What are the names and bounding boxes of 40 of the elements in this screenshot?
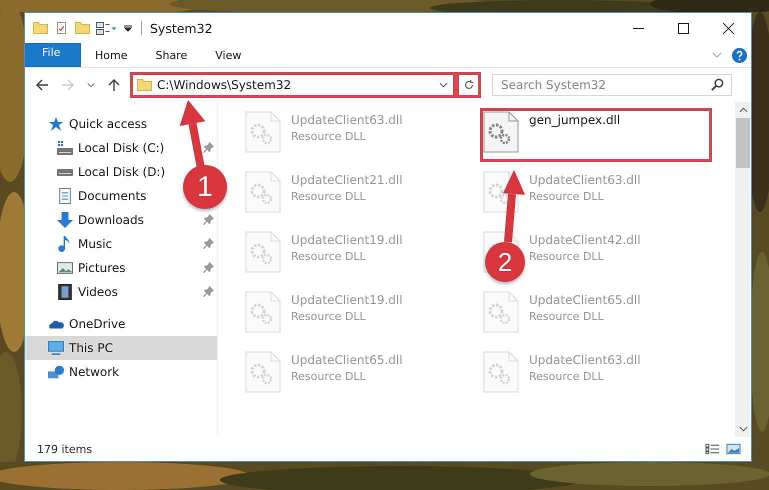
sidebar-item[interactable]: OneDrive [48, 316, 126, 332]
file-tab[interactable]: File [25, 43, 81, 67]
address-bar[interactable]: C:\Windows\System32 [130, 72, 456, 98]
file-item[interactable]: gen_jumpex.dll [480, 108, 712, 162]
ribbon-tab[interactable]: Home [81, 43, 142, 67]
file-type: Resource DLL [291, 190, 367, 203]
file-type: Resource DLL [291, 250, 367, 263]
file-type: Resource DLL [291, 310, 367, 323]
window-title: System32 [150, 20, 213, 36]
file-name: UpdateClient63.dll [291, 113, 403, 127]
file-name: UpdateClient19.dll [291, 293, 403, 307]
file-name: UpdateClient63.dll [529, 173, 641, 187]
file-name: UpdateClient63.dll [529, 353, 641, 367]
item-count: 179 items [37, 442, 92, 456]
sidebar-item[interactable]: Music [57, 236, 112, 252]
search-field[interactable]: Search System32 [492, 74, 732, 96]
sidebar-item[interactable]: Pictures [57, 260, 126, 276]
file-name: UpdateClient21.dll [291, 173, 403, 187]
file-name: gen_jumpex.dll [529, 113, 620, 127]
sidebar-item[interactable]: Documents [57, 188, 146, 204]
sidebar-item[interactable]: Videos [57, 284, 118, 300]
sidebar-item[interactable]: This PC [48, 340, 113, 356]
file-name: UpdateClient65.dll [291, 353, 403, 367]
sidebar-item[interactable]: Network [48, 364, 120, 380]
address-path: C:\Windows\System32 [157, 78, 292, 92]
sidebar-item[interactable]: Local Disk (C:) [57, 140, 164, 156]
file-name: UpdateClient42.dll [529, 233, 641, 247]
file-type: Resource DLL [291, 130, 367, 143]
file-type: Resource DLL [529, 250, 605, 263]
sidebar-item[interactable]: Quick access [48, 116, 148, 132]
ribbon-tab[interactable]: View [201, 43, 256, 67]
file-type: Resource DLL [529, 310, 605, 323]
file-type: Resource DLL [529, 190, 605, 203]
file-type: Resource DLL [529, 370, 605, 383]
file-name: UpdateClient19.dll [291, 233, 403, 247]
ribbon-tab[interactable]: Share [141, 43, 202, 67]
file-name: UpdateClient65.dll [529, 293, 641, 307]
file-type: Resource DLL [291, 370, 367, 383]
sidebar-item[interactable]: Local Disk (D:) [57, 165, 166, 179]
sidebar-item[interactable]: Downloads [57, 212, 144, 228]
